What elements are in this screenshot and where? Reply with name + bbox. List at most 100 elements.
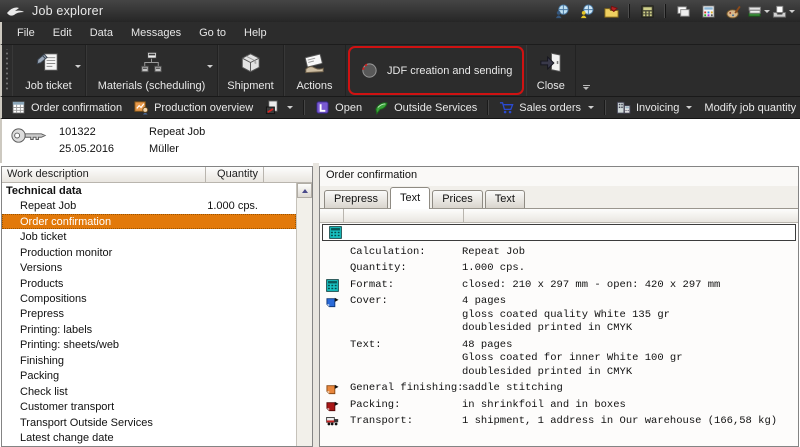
work-item-label: Printing: labels [20, 324, 92, 336]
order-confirmation-button[interactable]: Order confirmation [5, 98, 128, 117]
detail-row-cover: Cover:4 pagesgloss coated quality White … [320, 294, 798, 338]
shipment-button[interactable]: Shipment [218, 45, 284, 96]
work-item-prepress[interactable]: Prepress [2, 307, 296, 322]
quickbar-separator [487, 100, 489, 115]
order-confirmation-content: Calculation:Repeat JobQuantity:1.000 cps… [320, 223, 798, 446]
work-item-label: Compositions [20, 293, 87, 305]
user-globe-blue-icon [554, 4, 569, 19]
button-label: Shipment [227, 80, 273, 92]
menu-help[interactable]: Help [235, 24, 276, 42]
column-header-quantity[interactable]: Quantity [206, 167, 264, 183]
scrollbar-track[interactable] [297, 198, 312, 446]
toolbar-grip[interactable] [4, 49, 11, 92]
tab-prices-2[interactable]: Prices [432, 190, 483, 208]
main-toolbar: Job ticketMaterials (scheduling) Shipment… [0, 45, 800, 97]
outside-services-button[interactable]: Outside Services [368, 98, 483, 117]
calculator-icon [326, 279, 339, 292]
colhead-value-cell[interactable] [464, 209, 798, 223]
close-door-icon [537, 49, 564, 79]
tab-text-3[interactable]: Text [485, 190, 525, 208]
work-item-job-ticket[interactable]: Job ticket [2, 229, 296, 244]
work-item-printing-sheets-web[interactable]: Printing: sheets/web [2, 338, 296, 353]
menu-edit[interactable]: Edit [44, 24, 81, 42]
actions-icon [301, 49, 328, 79]
modify-job-quantity-button[interactable]: Modify job quantity [698, 100, 800, 116]
work-item-transport-outside-services[interactable]: Transport Outside Services [2, 415, 296, 430]
column-header-work-description[interactable]: Work description [2, 167, 206, 183]
colhead-label-cell[interactable] [344, 209, 464, 223]
work-item-check-list[interactable]: Check list [2, 384, 296, 399]
detail-label: Cover: [344, 295, 462, 309]
chevron-down-icon [789, 10, 795, 13]
open-icon [315, 100, 330, 115]
job-ticket-button[interactable]: Job ticket [12, 45, 86, 96]
user-globe-yellow-button[interactable] [575, 2, 597, 20]
cover-icon [326, 295, 339, 308]
chevron-down-icon [287, 106, 293, 109]
detail-row-calculation: Calculation:Repeat Job [320, 244, 798, 261]
work-item-technical-data[interactable]: Technical data [2, 183, 296, 198]
palette-brush-button[interactable] [722, 2, 744, 20]
work-item-label: Latest change date [20, 432, 114, 444]
detail-label: Packing: [344, 399, 462, 413]
materials-scheduling-button[interactable]: Materials (scheduling) [86, 45, 218, 96]
sales-orders-icon [499, 100, 514, 115]
calculator-colored-button[interactable] [697, 2, 719, 20]
detail-row-quantity: Quantity:1.000 cps. [320, 261, 798, 278]
work-item-finishing[interactable]: Finishing [2, 353, 296, 368]
detail-value: closed: 210 x 297 mm - open: 420 x 297 m… [462, 279, 798, 293]
work-item-label: Finishing [20, 355, 64, 367]
current-row[interactable] [322, 224, 796, 241]
job-customer: Müller [149, 141, 205, 158]
work-item-latest-change-date[interactable]: Latest change date [2, 431, 296, 446]
pdf-export-button[interactable] [259, 98, 299, 117]
left-panel-scrollbar[interactable] [296, 183, 312, 446]
invoicing-button[interactable]: Invoicing [610, 98, 698, 117]
tab-text-1[interactable]: Text [390, 187, 430, 209]
chevron-down-icon [75, 65, 81, 68]
detail-value: 4 pagesgloss coated quality White 135 gr… [462, 295, 798, 336]
titlebar-separator [628, 4, 630, 18]
work-item-repeat-job[interactable]: Repeat Job1.000 cps. [2, 198, 296, 213]
menu-go-to[interactable]: Go to [190, 24, 235, 42]
menu-messages[interactable]: Messages [122, 24, 190, 42]
toolbar-buttons: Job ticketMaterials (scheduling) Shipment… [12, 45, 576, 96]
calculator-icon [329, 226, 342, 239]
calculator-olive-button[interactable] [636, 2, 658, 20]
books-stack-icon [747, 4, 762, 19]
folder-bird-button[interactable] [600, 2, 622, 20]
tab-prepress-0[interactable]: Prepress [324, 190, 388, 208]
actions-button[interactable]: Actions [284, 45, 346, 96]
chevron-down-icon [686, 106, 692, 109]
sales-orders-button[interactable]: Sales orders [493, 98, 600, 117]
close-button[interactable]: Close [526, 45, 576, 96]
jdf-creation-label: JDF creation and sending [387, 65, 512, 77]
work-item-production-monitor[interactable]: Production monitor [2, 245, 296, 260]
books-stack-button[interactable] [747, 2, 769, 20]
work-item-printing-labels[interactable]: Printing: labels [2, 322, 296, 337]
cards-stack-button[interactable] [672, 2, 694, 20]
work-item-label: Repeat Job [20, 200, 76, 212]
work-item-customer-transport[interactable]: Customer transport [2, 400, 296, 415]
production-overview-button[interactable]: Production overview [128, 98, 259, 117]
job-info-bar: 101322 25.05.2016 Repeat Job Müller [0, 119, 800, 163]
colhead-icon-cell[interactable] [320, 209, 344, 223]
toolbar-overflow-icon[interactable] [580, 85, 592, 90]
calculator-olive-icon [640, 4, 655, 19]
scroll-up-icon[interactable] [297, 183, 312, 198]
work-item-compositions[interactable]: Compositions [2, 291, 296, 306]
jdf-icon [360, 61, 379, 80]
titlebar-toolbar [550, 2, 794, 20]
menu-file[interactable]: File [8, 24, 44, 42]
work-item-packing[interactable]: Packing [2, 369, 296, 384]
menu-data[interactable]: Data [81, 24, 122, 42]
outbox-button[interactable] [772, 2, 794, 20]
work-item-versions[interactable]: Versions [2, 260, 296, 275]
quickbar-label: Production overview [154, 102, 253, 114]
jdf-creation-button[interactable]: JDF creation and sending [348, 46, 524, 95]
open-button[interactable]: Open [309, 98, 368, 117]
work-item-order-confirmation[interactable]: Order confirmation [2, 214, 296, 229]
quickbar-label: Order confirmation [31, 102, 122, 114]
user-globe-blue-button[interactable] [550, 2, 572, 20]
work-item-products[interactable]: Products [2, 276, 296, 291]
